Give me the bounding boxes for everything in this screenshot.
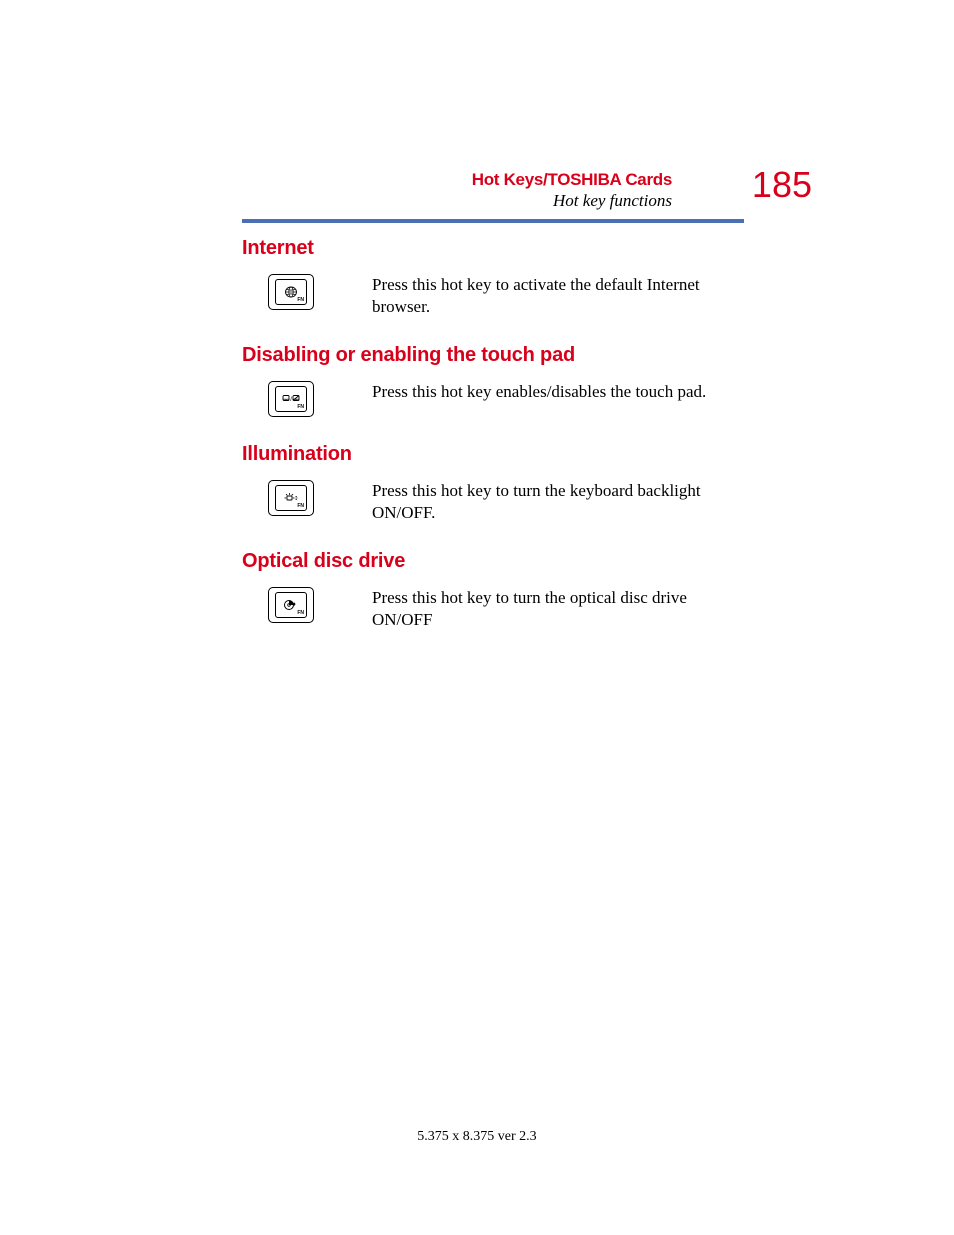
section-heading-internet: Internet xyxy=(242,237,744,260)
page-footer: 5.375 x 8.375 ver 2.3 xyxy=(0,1129,954,1145)
globe-icon xyxy=(284,286,298,298)
section-heading-illumination: Illumination xyxy=(242,443,744,466)
header-rule xyxy=(242,219,744,223)
section-row: / FN Press this hot key enables/disables… xyxy=(268,381,744,417)
section-description: Press this hot key to turn the keyboard … xyxy=(372,480,744,524)
hotkey-keycap: FN xyxy=(268,480,314,516)
section-heading-touchpad: Disabling or enabling the touch pad xyxy=(242,344,744,367)
section-subtitle: Hot key functions xyxy=(242,191,672,211)
svg-text:/: / xyxy=(290,397,292,403)
section-row: FN Press this hot key to turn the keyboa… xyxy=(268,480,744,524)
section-description: Press this hot key enables/disables the … xyxy=(372,381,706,403)
section-description: Press this hot key to activate the defau… xyxy=(372,274,744,318)
fn-indicator: FN xyxy=(297,298,304,303)
page-number: 185 xyxy=(752,164,812,206)
section-heading-optical: Optical disc drive xyxy=(242,550,744,573)
chapter-title: Hot Keys/TOSHIBA Cards xyxy=(242,170,672,190)
hotkey-keycap: FN xyxy=(268,587,314,623)
fn-indicator: FN xyxy=(297,405,304,410)
section-row: FN Press this hot key to activate the de… xyxy=(268,274,744,318)
fn-indicator: FN xyxy=(297,611,304,616)
document-page: Hot Keys/TOSHIBA Cards Hot key functions… xyxy=(0,0,954,1235)
section-row: FN Press this hot key to turn the optica… xyxy=(268,587,744,631)
section-description: Press this hot key to turn the optical d… xyxy=(372,587,744,631)
hotkey-keycap: / FN xyxy=(268,381,314,417)
touchpad-toggle-icon: / xyxy=(282,394,300,404)
page-header: Hot Keys/TOSHIBA Cards Hot key functions… xyxy=(242,170,744,211)
fn-indicator: FN xyxy=(297,504,304,509)
hotkey-keycap: FN xyxy=(268,274,314,310)
